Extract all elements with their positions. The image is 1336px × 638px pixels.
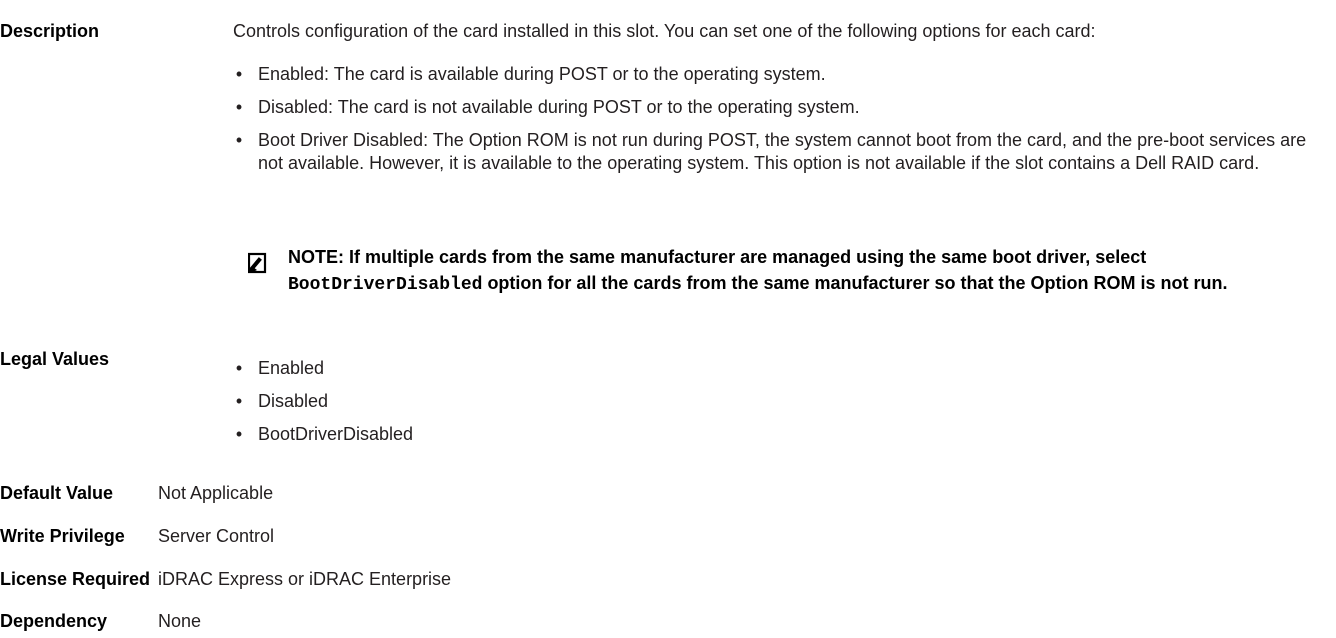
option-boot-driver-disabled-text: Boot Driver Disabled: The Option ROM is … bbox=[258, 130, 1307, 173]
dependency-label: Dependency bbox=[0, 611, 108, 631]
list-item: • BootDriverDisabled bbox=[233, 423, 413, 446]
legal-value: Disabled bbox=[258, 391, 329, 411]
bullet-icon: • bbox=[235, 358, 243, 378]
list-item: • Disabled: The card is not available du… bbox=[233, 96, 1323, 119]
list-item: • Boot Driver Disabled: The Option ROM i… bbox=[233, 129, 1323, 175]
option-disabled-text: Disabled: The card is not available duri… bbox=[258, 97, 860, 117]
note-text: NOTE: If multiple cards from the same ma… bbox=[288, 244, 1328, 298]
legal-value: Enabled bbox=[258, 358, 325, 378]
option-enabled-text: Enabled: The card is available during PO… bbox=[258, 64, 826, 84]
list-item: • Disabled bbox=[233, 390, 413, 413]
description-text: Controls configuration of the card insta… bbox=[233, 21, 1096, 41]
license-required-label: License Required bbox=[0, 569, 151, 589]
bullet-icon: • bbox=[235, 391, 243, 411]
description-label: Description bbox=[0, 21, 100, 41]
bullet-icon: • bbox=[235, 97, 243, 117]
description-options-list: • Enabled: The card is available during … bbox=[233, 63, 1323, 175]
list-item: • Enabled bbox=[233, 357, 413, 380]
note-suffix: option for all the cards from the same m… bbox=[482, 273, 1228, 293]
default-value: Not Applicable bbox=[158, 483, 274, 503]
write-privilege-value: Server Control bbox=[158, 526, 275, 546]
license-required-value: iDRAC Express or iDRAC Enterprise bbox=[158, 569, 452, 589]
legal-values-list: • Enabled • Disabled • BootDriverDisable… bbox=[233, 357, 413, 446]
bullet-icon: • bbox=[235, 424, 243, 444]
legal-value: BootDriverDisabled bbox=[258, 424, 414, 444]
note-prefix: NOTE: If multiple cards from the same ma… bbox=[288, 247, 1147, 267]
default-value-label: Default Value bbox=[0, 483, 114, 503]
write-privilege-label: Write Privilege bbox=[0, 526, 125, 546]
bullet-icon: • bbox=[235, 64, 243, 84]
note-pencil-icon bbox=[248, 252, 267, 274]
bullet-icon: • bbox=[235, 130, 243, 150]
legal-values-label: Legal Values bbox=[0, 349, 110, 369]
dependency-value: None bbox=[158, 611, 202, 631]
list-item: • Enabled: The card is available during … bbox=[233, 63, 1323, 86]
note-code: BootDriverDisabled bbox=[288, 275, 483, 295]
